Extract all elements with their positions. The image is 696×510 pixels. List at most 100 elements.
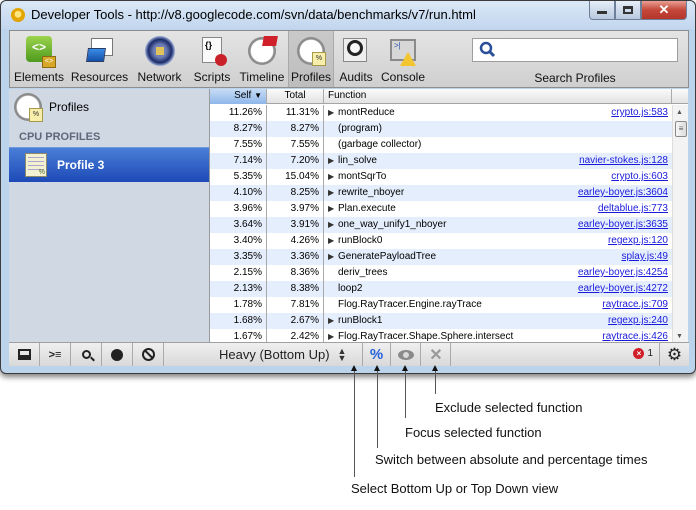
table-row[interactable]: 7.55% 7.55% (garbage collector) (210, 137, 672, 153)
search-input[interactable] (472, 38, 678, 62)
chrome-icon (11, 8, 25, 22)
cell-total: 8.36% (267, 265, 324, 281)
elements-icon: <> <> (24, 36, 56, 68)
search-label: Search Profiles (534, 71, 616, 85)
tab-console[interactable]: >| Console (378, 31, 428, 87)
column-header-function[interactable]: Function (324, 89, 672, 104)
tab-scripts[interactable]: {} Scripts (188, 31, 236, 87)
table-row[interactable]: 3.40% 4.26% ▶ runBlock0 regexp.js:120 (210, 233, 672, 249)
table-row[interactable]: 7.14% 7.20% ▶ lin_solve navier-stokes.js:128 (210, 153, 672, 169)
search-button[interactable] (71, 343, 102, 366)
view-mode-value: Heavy (Bottom Up) (219, 347, 330, 362)
maximize-button[interactable] (615, 1, 641, 20)
scrollbar-thumb[interactable]: ≡ (675, 121, 687, 137)
cell-total: 8.25% (267, 185, 324, 201)
callout-focus: Focus selected function (405, 425, 542, 440)
expand-triangle-icon[interactable]: ▶ (328, 249, 338, 265)
source-link[interactable]: earley-boyer.js:3604 (578, 185, 668, 201)
sidebar-item-profile-3[interactable]: % Profile 3 (9, 147, 209, 182)
cell-total: 2.42% (267, 329, 324, 342)
table-row[interactable]: 8.27% 8.27% (program) (210, 121, 672, 137)
table-row[interactable]: 1.78% 7.81% Flog.RayTracer.Engine.rayTrace… (210, 297, 672, 313)
tab-network[interactable]: Network (131, 31, 188, 87)
scroll-down-icon[interactable]: ▼ (676, 333, 683, 340)
table-row[interactable]: 5.35% 15.04% ▶ montSqrTo crypto.js:603 (210, 169, 672, 185)
sidebar-profiles-root[interactable]: % Profiles (13, 91, 89, 123)
column-header-self[interactable]: Self ▼ (210, 89, 267, 104)
expand-triangle-icon[interactable]: ▶ (328, 169, 338, 185)
error-counter[interactable]: × 1 (633, 348, 653, 359)
close-button[interactable]: ✕ (641, 1, 687, 20)
table-row[interactable]: 3.35% 3.36% ▶ GeneratePayloadTree splay.js:4… (210, 249, 672, 265)
vertical-scrollbar[interactable]: ▲ ≡ ▼ (672, 105, 688, 342)
table-row[interactable]: 2.13% 8.38% loop2 earley-boyer.js:4272 (210, 281, 672, 297)
source-link[interactable]: raytrace.js:709 (602, 297, 668, 313)
grid-rows: 11.26% 11.31% ▶ montReduce crypto.js:583 8.27… (210, 105, 672, 342)
function-name: Flog.RayTracer.Shape.Sphere.intersect (338, 331, 514, 342)
function-name: one_way_unify1_nboyer (338, 219, 447, 230)
source-link[interactable]: deltablue.js:773 (598, 201, 668, 217)
tab-timeline[interactable]: Timeline (236, 31, 288, 87)
tab-elements[interactable]: <> <> Elements (10, 31, 68, 87)
settings-button[interactable]: ⚙ (659, 343, 689, 366)
table-row[interactable]: 4.10% 8.25% ▶ rewrite_nboyer earley-boyer.js… (210, 185, 672, 201)
console-drawer-button[interactable]: >≡ (40, 343, 71, 366)
tab-profiles[interactable]: % Profiles (288, 31, 334, 87)
table-row[interactable]: 1.67% 2.42% ▶ Flog.RayTracer.Shape.Sphere.i… (210, 329, 672, 342)
scroll-up-icon[interactable]: ▲ (676, 109, 683, 116)
tab-label: Elements (13, 70, 65, 84)
expand-triangle-icon[interactable]: ▶ (328, 153, 338, 169)
cell-function: ▶ GeneratePayloadTree splay.js:49 (324, 249, 672, 265)
focus-function-button[interactable] (392, 343, 421, 366)
table-row[interactable]: 11.26% 11.31% ▶ montReduce crypto.js:583 (210, 105, 672, 121)
clear-profiles-button[interactable] (133, 343, 164, 366)
source-link[interactable]: earley-boyer.js:4254 (578, 265, 668, 281)
search-area: Search Profiles (472, 38, 678, 85)
tab-audits[interactable]: Audits (334, 31, 378, 87)
dock-button[interactable] (9, 343, 40, 366)
callout-percent: Switch between absolute and percentage t… (375, 452, 648, 467)
status-bar: >≡ Heavy (Bottom Up) ▲ ▼ % ✕ × 1 ⚙ (9, 342, 689, 366)
source-link[interactable]: crypto.js:583 (611, 105, 668, 121)
exclude-function-button[interactable]: ✕ (422, 343, 451, 366)
tab-label: Scripts (193, 70, 231, 84)
source-link[interactable]: raytrace.js:426 (602, 329, 668, 342)
table-row[interactable]: 1.68% 2.67% ▶ runBlock1 regexp.js:240 (210, 313, 672, 329)
percent-toggle-button[interactable]: % (362, 343, 391, 366)
tab-resources[interactable]: Resources (68, 31, 131, 87)
source-link[interactable]: navier-stokes.js:128 (579, 153, 668, 169)
record-button[interactable] (102, 343, 133, 366)
expand-triangle-icon[interactable]: ▶ (328, 217, 338, 233)
table-row[interactable]: 3.64% 3.91% ▶ one_way_unify1_nboyer earley-b… (210, 217, 672, 233)
cell-total: 15.04% (267, 169, 324, 185)
source-link[interactable]: earley-boyer.js:3635 (578, 217, 668, 233)
percent-icon: % (369, 346, 384, 363)
cell-function: ▶ runBlock0 regexp.js:120 (324, 233, 672, 249)
minimize-icon (597, 10, 607, 14)
callout-leader-view (351, 365, 357, 477)
source-link[interactable]: regexp.js:120 (608, 233, 668, 249)
network-icon (144, 36, 175, 66)
table-row[interactable]: 3.96% 3.97% ▶ Plan.execute deltablue.js:773 (210, 201, 672, 217)
cell-self: 1.68% (210, 313, 267, 329)
minimize-button[interactable] (589, 1, 615, 20)
section-title-cpu-profiles: CPU PROFILES (19, 131, 101, 143)
record-icon (111, 348, 123, 361)
column-header-total[interactable]: Total (267, 89, 324, 104)
expand-triangle-icon[interactable]: ▶ (328, 105, 338, 121)
expand-triangle-icon[interactable]: ▶ (328, 185, 338, 201)
title-bar[interactable]: Developer Tools - http://v8.googlecode.c… (1, 1, 695, 29)
expand-triangle-icon[interactable]: ▶ (328, 313, 338, 329)
source-link[interactable]: crypto.js:603 (611, 169, 668, 185)
expand-triangle-icon[interactable]: ▶ (328, 329, 338, 342)
cell-self: 3.96% (210, 201, 267, 217)
function-name: montSqrTo (338, 171, 387, 182)
source-link[interactable]: regexp.js:240 (608, 313, 668, 329)
cell-self: 7.14% (210, 153, 267, 169)
view-mode-select[interactable]: Heavy (Bottom Up) ▲ ▼ (219, 343, 346, 366)
source-link[interactable]: splay.js:49 (621, 249, 668, 265)
expand-triangle-icon[interactable]: ▶ (328, 201, 338, 217)
source-link[interactable]: earley-boyer.js:4272 (578, 281, 668, 297)
table-row[interactable]: 2.15% 8.36% deriv_trees earley-boyer.js:425… (210, 265, 672, 281)
expand-triangle-icon[interactable]: ▶ (328, 233, 338, 249)
